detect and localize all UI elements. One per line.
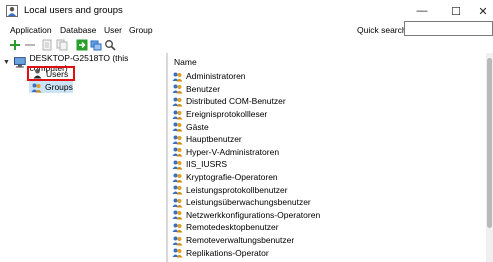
title-bar: Local users and groups — ☐ ✕ [0, 0, 493, 22]
group-icon [172, 84, 183, 94]
list-item[interactable]: Administratoren [172, 70, 320, 83]
list-item[interactable]: IIS_IUSRS [172, 158, 320, 171]
chevron-down-icon[interactable]: ▼ [3, 59, 14, 66]
group-name: Benutzer [186, 83, 221, 94]
list-item[interactable]: Replikations-Operator [172, 246, 320, 259]
list-item[interactable]: Hyper-V-Administratoren [172, 146, 320, 159]
remove-icon[interactable] [24, 39, 36, 51]
users-app-icon [6, 5, 18, 17]
list-item[interactable]: Distributed COM-Benutzer [172, 95, 320, 108]
menu-group[interactable]: Group [129, 25, 153, 35]
vertical-scrollbar[interactable] [486, 53, 493, 262]
group-name: Leistungsprotokollbenutzer [186, 184, 288, 195]
quick-search-label: Quick search: [357, 25, 409, 35]
group-icon [172, 135, 183, 145]
quick-search-input[interactable] [404, 21, 493, 36]
tree-pane: ▼ DESKTOP-G2518TO (this computer) Users … [0, 53, 166, 262]
group-icon [172, 173, 183, 183]
list-item[interactable]: Leistungsprotokollbenutzer [172, 183, 320, 196]
list-item[interactable]: Leistungsüberwachungsbenutzer [172, 196, 320, 209]
copy-icon[interactable] [56, 39, 68, 51]
group-icon [172, 236, 183, 246]
column-header-name[interactable]: Name [174, 57, 197, 67]
user-icon [33, 68, 42, 79]
group-name: Remoteverwaltungsbenutzer [186, 235, 295, 246]
group-name: Hauptbenutzer [186, 134, 242, 145]
tree-node-users[interactable]: Users [27, 66, 75, 81]
group-icon [172, 248, 183, 258]
group-name: Gäste [186, 121, 209, 132]
group-list-pane: Name Administratoren Benutzer Distribute… [168, 53, 493, 262]
group-icon [172, 185, 183, 195]
menu-database[interactable]: Database [60, 25, 96, 35]
group-icon [172, 198, 183, 208]
group-name: Remotedesktopbenutzer [186, 222, 279, 233]
group-name: Hyper-V-Administratoren [186, 146, 280, 157]
group-name: Ereignisprotokollleser [186, 109, 268, 120]
group-icon [172, 160, 183, 170]
connect-icon[interactable] [90, 39, 102, 51]
group-name: Distributed COM-Benutzer [186, 96, 286, 107]
maximize-button[interactable]: ☐ [441, 2, 471, 20]
list-item[interactable]: Kryptografie-Operatoren [172, 171, 320, 184]
list-item[interactable]: Netzwerkkonfigurations-Operatoren [172, 209, 320, 222]
list-item[interactable]: Remoteverwaltungsbenutzer [172, 234, 320, 247]
window-title: Local users and groups [24, 5, 123, 16]
menu-user[interactable]: User [104, 25, 122, 35]
group-icon [172, 223, 183, 233]
group-icon [172, 72, 183, 82]
group-icon [172, 110, 183, 120]
group-icon [172, 147, 183, 157]
tree-node-users-label: Users [46, 68, 69, 79]
list-item[interactable]: Ereignisprotokollleser [172, 108, 320, 121]
computer-icon [13, 57, 26, 68]
group-name: Kryptografie-Operatoren [186, 172, 278, 183]
list-item[interactable]: Remotedesktopbenutzer [172, 221, 320, 234]
list-item[interactable]: Gäste [172, 120, 320, 133]
refresh-icon[interactable] [76, 39, 88, 51]
group-name: Netzwerkkonfigurations-Operatoren [186, 209, 321, 220]
group-icon [172, 122, 183, 132]
group-icon [31, 83, 42, 92]
add-icon[interactable] [9, 39, 21, 51]
group-name: Administratoren [186, 71, 246, 82]
group-list: Administratoren Benutzer Distributed COM… [172, 70, 320, 259]
properties-icon[interactable] [41, 39, 53, 51]
group-name: Leistungsüberwachungsbenutzer [186, 197, 311, 208]
close-button[interactable]: ✕ [468, 2, 493, 20]
list-item[interactable]: Benutzer [172, 83, 320, 96]
group-name: Replikations-Operator [186, 247, 269, 258]
find-icon[interactable] [104, 39, 116, 51]
toolbar [0, 38, 493, 53]
minimize-button[interactable]: — [407, 2, 437, 20]
scrollbar-thumb[interactable] [487, 58, 492, 228]
tree-node-groups-label: Groups [45, 82, 73, 92]
menu-application[interactable]: Application [10, 25, 52, 35]
group-icon [172, 97, 183, 107]
group-name: IIS_IUSRS [186, 159, 228, 170]
tree-node-groups[interactable]: Groups [29, 81, 73, 93]
group-icon [172, 210, 183, 220]
list-item[interactable]: Hauptbenutzer [172, 133, 320, 146]
